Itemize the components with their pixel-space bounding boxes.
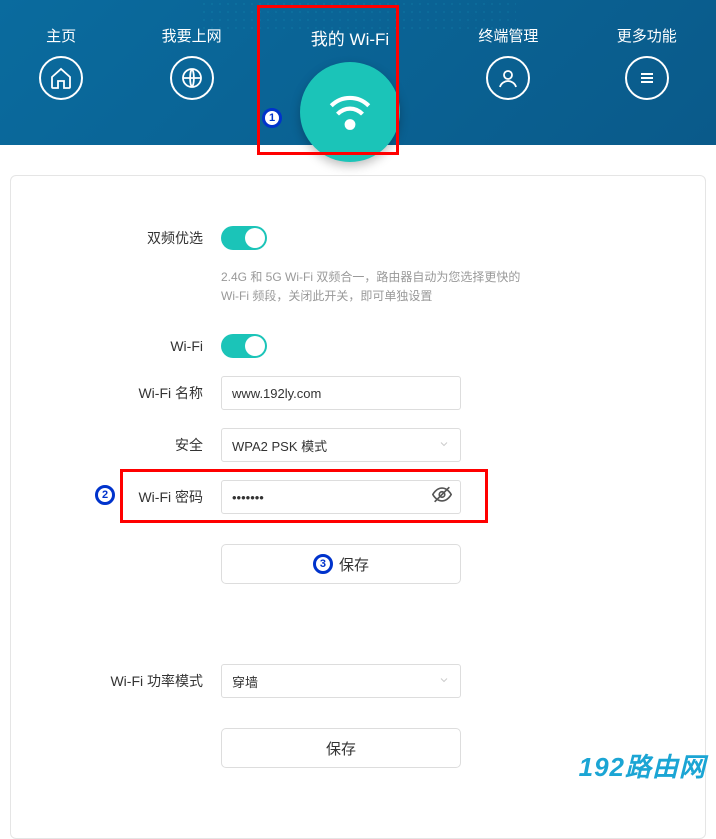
wifi-name-input[interactable] <box>221 376 461 410</box>
wifi-icon <box>300 62 400 162</box>
wifi-name-label: Wi-Fi 名称 <box>71 383 221 403</box>
nav-more[interactable]: 更多功能 <box>617 25 677 100</box>
save-label-1: 保存 <box>339 554 369 575</box>
annotation-badge-2: 2 <box>95 485 115 505</box>
dual-band-hint: 2.4G 和 5G Wi-Fi 双频合一，路由器自动为您选择更快的 Wi-Fi … <box>221 268 531 306</box>
top-nav: 主页 我要上网 我的 Wi-Fi 终端管理 更多功能 <box>0 0 716 145</box>
power-mode-select[interactable]: 穿墙 <box>221 664 461 698</box>
home-icon <box>39 56 83 100</box>
nav-internet-label: 我要上网 <box>162 25 222 46</box>
wifi-password-input[interactable] <box>221 480 461 514</box>
nav-wifi[interactable]: 我的 Wi-Fi <box>300 25 400 162</box>
chevron-down-icon <box>438 674 450 689</box>
nav-internet[interactable]: 我要上网 <box>162 25 222 100</box>
save-button-1[interactable]: 3 保存 <box>221 544 461 584</box>
watermark: 192路由网 <box>579 747 706 784</box>
nav-home[interactable]: 主页 <box>39 25 83 100</box>
nav-devices-label: 终端管理 <box>478 25 538 46</box>
power-mode-label: Wi-Fi 功率模式 <box>71 671 221 691</box>
chevron-down-icon <box>438 438 450 453</box>
nav-more-label: 更多功能 <box>617 25 677 46</box>
nav-home-label: 主页 <box>46 25 76 46</box>
user-icon <box>486 56 530 100</box>
nav-wifi-label: 我的 Wi-Fi <box>311 25 389 50</box>
security-label: 安全 <box>71 435 221 455</box>
settings-panel: 双频优选 2.4G 和 5G Wi-Fi 双频合一，路由器自动为您选择更快的 W… <box>10 175 706 839</box>
save-button-2[interactable]: 保存 <box>221 728 461 768</box>
dual-band-toggle[interactable] <box>221 226 267 250</box>
annotation-badge-3: 3 <box>313 554 333 574</box>
wifi-toggle-label: Wi-Fi <box>71 338 221 354</box>
save-label-2: 保存 <box>326 738 356 759</box>
eye-toggle-icon[interactable] <box>431 484 453 511</box>
menu-icon <box>625 56 669 100</box>
power-mode-value: 穿墙 <box>232 672 258 691</box>
dual-band-label: 双频优选 <box>71 228 221 248</box>
globe-icon <box>170 56 214 100</box>
wifi-password-label: Wi-Fi 密码 <box>71 487 221 507</box>
annotation-badge-1: 1 <box>262 108 282 128</box>
wifi-toggle[interactable] <box>221 334 267 358</box>
security-value: WPA2 PSK 模式 <box>232 436 327 455</box>
security-select[interactable]: WPA2 PSK 模式 <box>221 428 461 462</box>
nav-devices[interactable]: 终端管理 <box>478 25 538 100</box>
